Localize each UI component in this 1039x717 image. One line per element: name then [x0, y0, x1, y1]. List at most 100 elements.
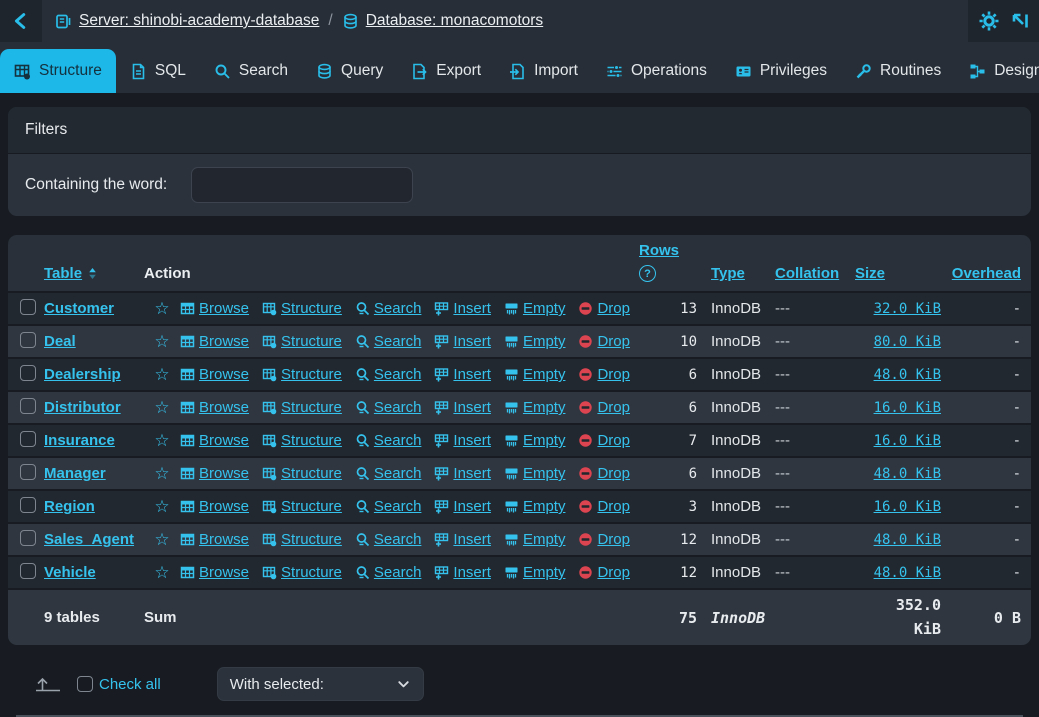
drop-action[interactable]: Drop	[578, 399, 630, 416]
drop-action[interactable]: Drop	[578, 366, 630, 383]
tab-import[interactable]: Import	[495, 49, 592, 93]
browse-action[interactable]: Browse	[180, 432, 249, 449]
favorite-toggle[interactable]: ☆	[144, 564, 180, 581]
sort-by-size-link[interactable]: Size	[855, 265, 885, 282]
breadcrumb-server-link[interactable]: Server: shinobi-academy-database	[79, 12, 319, 30]
row-checkbox[interactable]	[20, 530, 36, 546]
empty-action[interactable]: Empty	[504, 333, 566, 350]
favorite-toggle[interactable]: ☆	[144, 432, 180, 449]
structure-action[interactable]: Structure	[262, 564, 342, 581]
table-name-link[interactable]: Deal	[44, 333, 76, 350]
structure-action[interactable]: Structure	[262, 399, 342, 416]
search-action[interactable]: Search	[355, 465, 422, 482]
search-action[interactable]: Search	[355, 300, 422, 317]
table-name-link[interactable]: Manager	[44, 465, 106, 482]
table-name-link[interactable]: Dealership	[44, 366, 121, 383]
empty-action[interactable]: Empty	[504, 564, 566, 581]
settings-button[interactable]	[978, 10, 1000, 32]
row-checkbox[interactable]	[20, 299, 36, 315]
favorite-toggle[interactable]: ☆	[144, 366, 180, 383]
search-action[interactable]: Search	[355, 564, 422, 581]
tab-export[interactable]: Export	[397, 49, 495, 93]
insert-action[interactable]: Insert	[434, 300, 491, 317]
table-name-link[interactable]: Insurance	[44, 432, 115, 449]
table-name-link[interactable]: Region	[44, 498, 95, 515]
size-link[interactable]: 48.0 KiB	[874, 367, 941, 383]
insert-action[interactable]: Insert	[434, 399, 491, 416]
structure-action[interactable]: Structure	[262, 498, 342, 515]
rows-help-icon[interactable]: ?	[639, 265, 656, 282]
tab-query[interactable]: Query	[302, 49, 397, 93]
drop-action[interactable]: Drop	[578, 300, 630, 317]
favorite-toggle[interactable]: ☆	[144, 333, 180, 350]
favorite-toggle[interactable]: ☆	[144, 531, 180, 548]
browse-action[interactable]: Browse	[180, 366, 249, 383]
size-link[interactable]: 32.0 KiB	[874, 301, 941, 317]
size-link[interactable]: 16.0 KiB	[874, 433, 941, 449]
tab-designer[interactable]: Designer	[955, 49, 1039, 93]
browse-action[interactable]: Browse	[180, 399, 249, 416]
structure-action[interactable]: Structure	[262, 333, 342, 350]
tab-routines[interactable]: Routines	[841, 49, 955, 93]
insert-action[interactable]: Insert	[434, 465, 491, 482]
empty-action[interactable]: Empty	[504, 366, 566, 383]
size-link[interactable]: 48.0 KiB	[874, 532, 941, 548]
empty-action[interactable]: Empty	[504, 465, 566, 482]
breadcrumb-database-link[interactable]: Database: monacomotors	[366, 12, 543, 30]
insert-action[interactable]: Insert	[434, 432, 491, 449]
favorite-toggle[interactable]: ☆	[144, 300, 180, 317]
structure-action[interactable]: Structure	[262, 366, 342, 383]
row-checkbox[interactable]	[20, 497, 36, 513]
insert-action[interactable]: Insert	[434, 531, 491, 548]
tab-operations[interactable]: Operations	[592, 49, 721, 93]
drop-action[interactable]: Drop	[578, 564, 630, 581]
tab-structure[interactable]: Structure	[0, 49, 116, 93]
favorite-toggle[interactable]: ☆	[144, 498, 180, 515]
structure-action[interactable]: Structure	[262, 432, 342, 449]
browse-action[interactable]: Browse	[180, 498, 249, 515]
table-name-link[interactable]: Sales_Agent	[44, 531, 134, 548]
search-action[interactable]: Search	[355, 432, 422, 449]
search-action[interactable]: Search	[355, 498, 422, 515]
empty-action[interactable]: Empty	[504, 531, 566, 548]
drop-action[interactable]: Drop	[578, 432, 630, 449]
insert-action[interactable]: Insert	[434, 498, 491, 515]
insert-action[interactable]: Insert	[434, 333, 491, 350]
empty-action[interactable]: Empty	[504, 399, 566, 416]
drop-action[interactable]: Drop	[578, 465, 630, 482]
size-link[interactable]: 48.0 KiB	[874, 565, 941, 581]
insert-action[interactable]: Insert	[434, 366, 491, 383]
favorite-toggle[interactable]: ☆	[144, 465, 180, 482]
row-checkbox[interactable]	[20, 398, 36, 414]
browse-action[interactable]: Browse	[180, 564, 249, 581]
empty-action[interactable]: Empty	[504, 498, 566, 515]
browse-action[interactable]: Browse	[180, 531, 249, 548]
sort-by-collation-link[interactable]: Collation	[775, 265, 839, 282]
tab-search[interactable]: Search	[200, 49, 302, 93]
row-checkbox[interactable]	[20, 464, 36, 480]
size-link[interactable]: 48.0 KiB	[874, 466, 941, 482]
favorite-toggle[interactable]: ☆	[144, 399, 180, 416]
table-name-link[interactable]: Vehicle	[44, 564, 96, 581]
row-checkbox[interactable]	[20, 431, 36, 447]
sort-by-overhead-link[interactable]: Overhead	[952, 265, 1021, 282]
tab-privileges[interactable]: Privileges	[721, 49, 841, 93]
browse-action[interactable]: Browse	[180, 300, 249, 317]
row-checkbox[interactable]	[20, 332, 36, 348]
with-selected-select[interactable]: With selected:	[217, 667, 424, 701]
sort-by-table-link[interactable]: Table	[44, 265, 82, 282]
sort-by-rows-link[interactable]: Rows	[639, 242, 679, 259]
browse-action[interactable]: Browse	[180, 465, 249, 482]
search-action[interactable]: Search	[355, 333, 422, 350]
drop-action[interactable]: Drop	[578, 333, 630, 350]
search-action[interactable]: Search	[355, 531, 422, 548]
expand-button[interactable]	[1010, 11, 1030, 31]
insert-action[interactable]: Insert	[434, 564, 491, 581]
sort-by-type-link[interactable]: Type	[711, 265, 745, 282]
browse-action[interactable]: Browse	[180, 333, 249, 350]
search-action[interactable]: Search	[355, 399, 422, 416]
check-all-label[interactable]: Check all	[99, 676, 161, 693]
size-link[interactable]: 16.0 KiB	[874, 400, 941, 416]
search-action[interactable]: Search	[355, 366, 422, 383]
drop-action[interactable]: Drop	[578, 531, 630, 548]
